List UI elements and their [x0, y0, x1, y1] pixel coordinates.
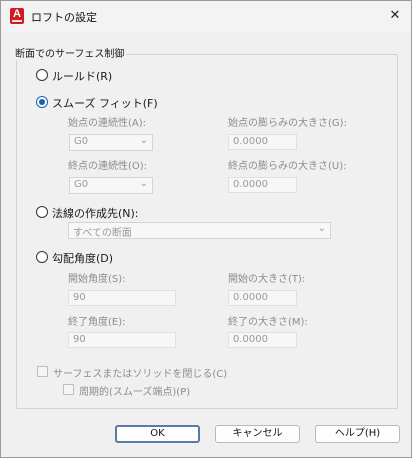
draft-angle-label[interactable]: 勾配角度(D) [52, 250, 113, 266]
cancel-button[interactable]: キャンセル [215, 425, 300, 443]
app-icon-bar [12, 20, 22, 22]
ok-button-label: OK [150, 428, 165, 439]
start-angle-field[interactable]: 90 [68, 290, 176, 306]
ruled-label[interactable]: ルールド(R) [52, 68, 112, 84]
smooth-fit-label[interactable]: スムーズ フィット(F) [52, 95, 158, 111]
end-bulge-label: 終点の膨らみの大きさ(U): [228, 161, 347, 172]
normal-to-radio[interactable] [36, 206, 48, 218]
help-button[interactable]: ヘルプ(H) [315, 425, 400, 443]
start-bulge-value: 0.0000 [233, 136, 268, 147]
help-button-label: ヘルプ(H) [334, 428, 381, 439]
end-angle-field[interactable]: 90 [68, 332, 176, 348]
start-magnitude-value: 0.0000 [233, 292, 268, 303]
start-continuity-select[interactable]: G0 ⌄ [69, 134, 153, 151]
end-bulge-value: 0.0000 [233, 179, 268, 190]
autocad-app-icon: A [10, 8, 24, 24]
start-magnitude-field[interactable]: 0.0000 [228, 290, 297, 306]
end-continuity-label: 終点の連続性(O): [68, 161, 148, 172]
group-title: 断面でのサーフェス制御 [13, 45, 127, 60]
periodic-label[interactable]: 周期的(スムーズ端点)(P) [79, 383, 190, 398]
end-bulge-field[interactable]: 0.0000 [228, 177, 297, 193]
end-magnitude-label: 終了の大きさ(M): [228, 317, 308, 328]
loft-settings-dialog: A ロフトの設定 ✕ 断面でのサーフェス制御 ルールド(R) スムーズ フィット… [0, 0, 412, 458]
end-magnitude-field[interactable]: 0.0000 [228, 332, 297, 348]
chevron-down-icon: ⌄ [139, 135, 148, 146]
normal-to-label[interactable]: 法線の作成先(N): [52, 205, 139, 221]
close-button[interactable]: ✕ [381, 4, 409, 28]
end-continuity-select[interactable]: G0 ⌄ [69, 177, 153, 194]
start-bulge-label: 始点の膨らみの大きさ(G): [228, 118, 347, 129]
start-continuity-value: G0 [74, 136, 89, 147]
end-magnitude-value: 0.0000 [233, 334, 268, 345]
end-continuity-value: G0 [74, 179, 89, 190]
end-angle-label: 終了角度(E): [68, 317, 126, 328]
start-angle-value: 90 [73, 292, 86, 303]
smooth-fit-radio[interactable] [36, 96, 48, 108]
cancel-button-label: キャンセル [232, 428, 283, 439]
title-bar: A ロフトの設定 ✕ [1, 1, 411, 32]
ok-button[interactable]: OK [115, 425, 200, 443]
ruled-radio[interactable] [36, 69, 48, 81]
app-icon-letter: A [13, 8, 21, 20]
window-title: ロフトの設定 [31, 11, 97, 24]
normal-to-value: すべての断面 [73, 228, 132, 239]
start-continuity-label: 始点の連続性(A): [68, 118, 147, 129]
close-surface-checkbox[interactable] [37, 366, 48, 377]
end-angle-value: 90 [73, 334, 86, 345]
start-angle-label: 開始角度(S): [68, 274, 126, 285]
periodic-checkbox[interactable] [63, 384, 74, 395]
close-icon: ✕ [389, 8, 401, 23]
chevron-down-icon: ⌄ [317, 223, 326, 234]
start-bulge-field[interactable]: 0.0000 [228, 134, 297, 150]
chevron-down-icon: ⌄ [139, 178, 148, 189]
normal-to-select[interactable]: すべての断面 ⌄ [68, 222, 331, 239]
start-magnitude-label: 開始の大きさ(T): [228, 274, 306, 285]
draft-angle-radio[interactable] [36, 251, 48, 263]
close-surface-label[interactable]: サーフェスまたはソリッドを閉じる(C) [53, 365, 227, 380]
